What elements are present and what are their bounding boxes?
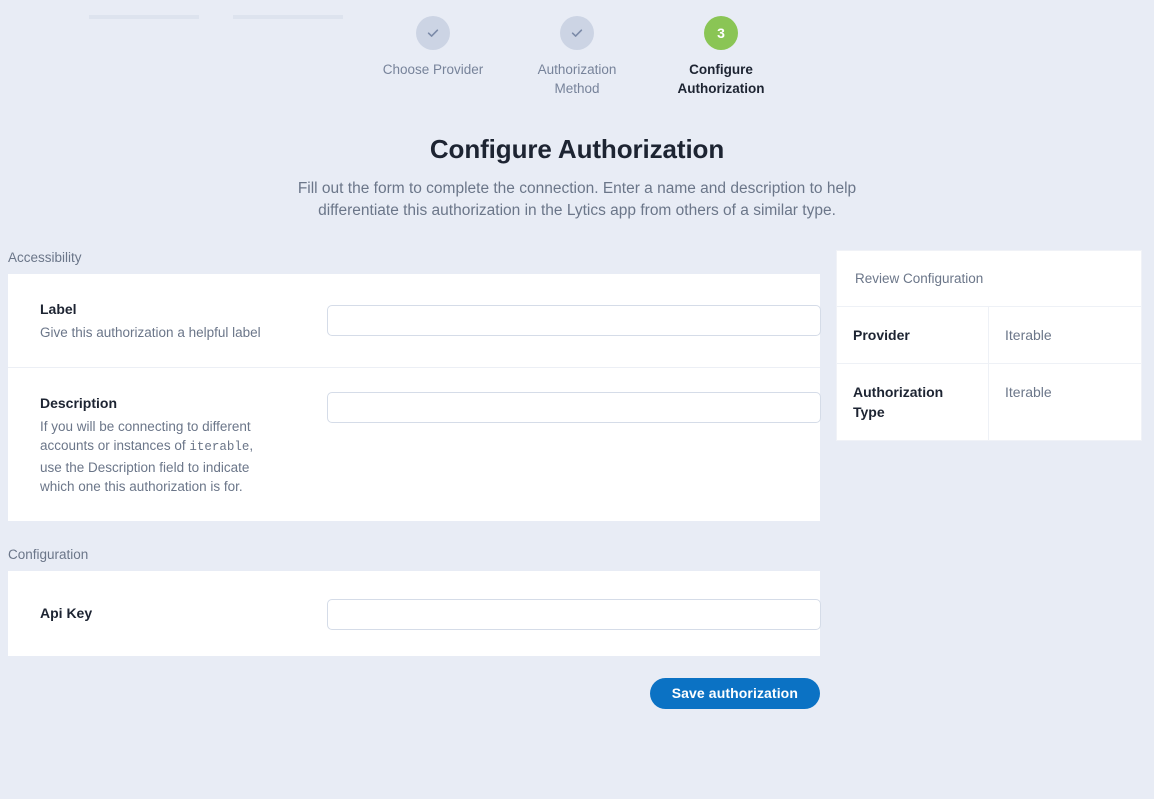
- step-choose-provider[interactable]: Choose Provider: [361, 16, 505, 79]
- step-2-label: Authorization Method: [537, 62, 617, 96]
- stepper-connector-1: [89, 15, 199, 19]
- step-3-circle: 3: [704, 16, 738, 50]
- step-authorization-method[interactable]: Authorization Method: [505, 16, 649, 98]
- content-area: Accessibility Label Give this authorizat…: [0, 250, 1154, 709]
- step-3-label: Configure Authorization: [677, 62, 765, 96]
- step-3-number: 3: [717, 25, 725, 41]
- description-help-code: iterable: [189, 440, 250, 454]
- page-title: Configure Authorization: [429, 134, 725, 164]
- section-label-accessibility: Accessibility: [8, 250, 82, 265]
- page-subtitle: Fill out the form to complete the connec…: [297, 180, 857, 219]
- review-row-value: Iterable: [1005, 384, 1052, 400]
- page-header: Configure Authorization Fill out the for…: [0, 134, 1154, 222]
- review-configuration-panel: Review Configuration Provider Iterable A…: [836, 250, 1142, 441]
- stepper-connector-2: [233, 15, 343, 19]
- description-field-help: If you will be connecting to different a…: [40, 417, 262, 497]
- table-row: Authorization Type Iterable: [837, 364, 1141, 440]
- label-field-labels: Label Give this authorization a helpful …: [32, 298, 302, 343]
- api-key-field-labels: Api Key: [32, 602, 302, 627]
- check-icon: [427, 29, 439, 37]
- label-field-title: Label: [40, 301, 77, 317]
- description-field-title: Description: [40, 394, 118, 411]
- form-actions: Save authorization: [0, 677, 820, 709]
- form-row-label: Label Give this authorization a helpful …: [8, 274, 821, 367]
- step-configure-authorization[interactable]: 3 Configure Authorization: [649, 16, 793, 98]
- review-row-key: Authorization Type: [837, 364, 989, 440]
- label-input[interactable]: [327, 304, 821, 336]
- step-1-circle: [416, 16, 450, 50]
- description-input-wrap: [302, 391, 821, 423]
- check-icon: [571, 29, 583, 37]
- configuration-card: Api Key: [8, 570, 821, 656]
- api-key-field-title: Api Key: [40, 604, 93, 621]
- form-column: Accessibility Label Give this authorizat…: [0, 250, 821, 709]
- accessibility-card: Label Give this authorization a helpful …: [8, 274, 821, 521]
- review-row-value: Iterable: [1005, 327, 1052, 343]
- description-input[interactable]: [327, 391, 821, 423]
- form-row-api-key: Api Key: [8, 571, 821, 630]
- wizard-stepper: Choose Provider Authorization Method 3 C…: [0, 0, 1154, 98]
- table-row: Provider Iterable: [837, 307, 1141, 364]
- api-key-input[interactable]: [327, 598, 821, 630]
- section-label-configuration: Configuration: [8, 546, 89, 562]
- step-1-label: Choose Provider: [382, 62, 484, 77]
- review-row-key: Provider: [837, 307, 989, 363]
- form-row-description: Description If you will be connecting to…: [8, 366, 821, 521]
- description-field-labels: Description If you will be connecting to…: [32, 392, 302, 497]
- save-authorization-button[interactable]: Save authorization: [649, 677, 820, 709]
- label-field-help: Give this authorization a helpful label: [40, 325, 261, 340]
- step-2-circle: [560, 16, 594, 50]
- review-panel-heading: Review Configuration: [837, 251, 1141, 307]
- label-input-wrap: [302, 304, 821, 336]
- api-key-input-wrap: [302, 598, 821, 630]
